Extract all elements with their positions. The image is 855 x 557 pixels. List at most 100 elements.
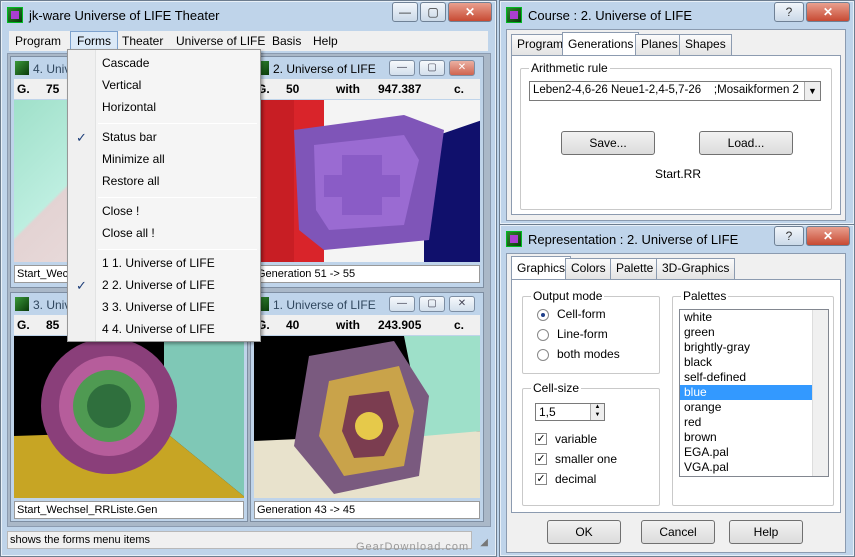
list-item[interactable]: red [680,415,828,430]
menu-separator [98,249,257,250]
close-icon[interactable]: ✕ [806,226,850,246]
menu-theater[interactable]: Theater [116,31,169,51]
list-item[interactable]: orange [680,400,828,415]
tab-planes[interactable]: Planes [635,34,684,55]
menu-help[interactable]: Help [307,31,344,51]
universe-info: G. 50 with 947.387 c. [254,79,480,99]
list-item[interactable]: VGA.pal [680,460,828,475]
menu-window-3[interactable]: 3 3. Universe of LIFE [102,300,215,314]
spin-down-icon[interactable]: ▼ [590,412,604,420]
palettes-list[interactable]: white green brightly-gray black self-def… [679,309,829,477]
universe-info: G. 40 with 243.905 c. [254,315,480,335]
generation-value: 85 [46,318,60,332]
menu-window-1[interactable]: 1 1. Universe of LIFE [102,256,215,270]
menu-horizontal[interactable]: Horizontal [102,100,156,114]
list-item[interactable]: EGA.pal [680,445,828,460]
save-button[interactable]: Save... [561,131,655,155]
minimize-icon[interactable]: — [389,296,415,312]
universe-window-2[interactable]: 2. Universe of LIFE — ▢ ✕ G. 50 with 947… [250,56,484,288]
menu-forms[interactable]: Forms [70,31,118,51]
tab-palette[interactable]: Palette [610,258,660,279]
close-icon[interactable]: ✕ [449,60,475,76]
menu-cascade[interactable]: Cascade [102,56,149,70]
radio-cell-form[interactable] [537,309,549,321]
radio-line-form[interactable] [537,329,549,341]
minimize-icon[interactable]: — [392,2,418,22]
course-titlebar[interactable]: Course : 2. Universe of LIFE ? ✕ [500,1,854,29]
generations-panel: Arithmetic rule Leben2-4,6-26 Neue1-2,4-… [511,55,841,215]
cell-count: 243.905 [378,318,422,332]
ok-button[interactable]: OK [547,520,621,544]
list-item[interactable]: self-defined [680,370,828,385]
generation-value: 40 [286,318,300,332]
menu-window-2[interactable]: 2 2. Universe of LIFE [102,278,215,292]
list-item[interactable]: white [680,310,828,325]
universe-window-1[interactable]: 1. Universe of LIFE — ▢ ✕ G. 40 with 243… [250,292,484,522]
minimize-icon[interactable]: — [389,60,415,76]
checkbox-decimal[interactable]: ✓ [535,473,547,485]
maximize-icon[interactable]: ▢ [419,296,445,312]
palettes-group: Palettes white green brightly-gray black… [672,289,834,506]
spin-up-icon[interactable]: ▲ [590,404,604,412]
palettes-scrollbar[interactable] [812,310,828,476]
help-button[interactable]: Help [729,520,803,544]
check-icon: ✓ [76,130,87,145]
close-icon[interactable]: ✕ [449,296,475,312]
checkbox-decimal-label: decimal [555,472,597,486]
list-item[interactable]: green [680,325,828,340]
list-item[interactable]: brightly-gray [680,340,828,355]
help-icon[interactable]: ? [774,226,804,246]
cell-size-value: 1,5 [539,405,556,419]
menu-close[interactable]: Close ! [102,204,139,218]
list-item[interactable]: brown [680,430,828,445]
menu-minimize-all[interactable]: Minimize all [102,152,165,166]
generation-value: 50 [286,82,300,96]
arithmetic-rule-group: Arithmetic rule Leben2-4,6-26 Neue1-2,4-… [520,61,832,210]
app-icon [506,7,522,23]
tab-graphics[interactable]: Graphics [511,256,572,279]
tab-3d-graphics[interactable]: 3D-Graphics [656,258,736,279]
representation-titlebar[interactable]: Representation : 2. Universe of LIFE ? ✕ [500,225,854,253]
universe-scene [254,336,480,498]
tab-program[interactable]: Program [511,34,570,55]
menu-vertical[interactable]: Vertical [102,78,141,92]
resize-grip-icon[interactable]: ◢ [480,537,488,548]
menu-universe-of-life[interactable]: Universe of LIFE [170,31,271,51]
list-item[interactable]: black [680,355,828,370]
tab-generations[interactable]: Generations [562,32,640,55]
menu-program[interactable]: Program [9,31,67,51]
menu-restore-all[interactable]: Restore all [102,174,159,188]
dropdown-arrow-icon[interactable]: ▼ [804,82,820,100]
list-item-selected[interactable]: blue [680,385,828,400]
maximize-icon[interactable]: ▢ [419,60,445,76]
maximize-icon[interactable]: ▢ [420,2,446,22]
main-titlebar[interactable]: jk-ware Universe of LIFE Theater — ▢ ✕ [1,1,496,29]
cell-size-label: Cell-size [531,381,582,395]
close-icon[interactable]: ✕ [806,2,850,22]
checkbox-variable[interactable]: ✓ [535,433,547,445]
help-icon[interactable]: ? [774,2,804,22]
menu-close-all[interactable]: Close all ! [102,226,155,240]
radio-line-form-label: Line-form [557,327,608,341]
rule-value: Leben2-4,6-26 Neue1-2,4-5,7-26 ;Mosaikfo… [533,84,799,96]
menu-status-bar[interactable]: Status bar [102,130,157,144]
menu-separator [98,123,257,124]
tab-shapes[interactable]: Shapes [679,34,732,55]
close-icon[interactable]: ✕ [448,2,492,22]
radio-cell-form-label: Cell-form [557,307,606,321]
generation-label: G. [17,318,30,332]
graphics-panel: Output mode Cell-form Line-form both mod… [511,279,841,513]
checkbox-smaller-one[interactable]: ✓ [535,453,547,465]
cell-size-spinner[interactable]: 1,5 ▲ ▼ [535,403,605,421]
generation-label: G. [17,82,30,96]
cell-unit: c. [454,318,465,332]
cancel-button[interactable]: Cancel [641,520,715,544]
load-button[interactable]: Load... [699,131,793,155]
rule-select[interactable]: Leben2-4,6-26 Neue1-2,4-5,7-26 ;Mosaikfo… [529,81,821,101]
radio-both-modes[interactable] [537,349,549,361]
representation-title: Representation : 2. Universe of LIFE [528,232,739,247]
tab-colors[interactable]: Colors [565,258,612,279]
app-icon [506,231,522,247]
menu-basis[interactable]: Basis [266,31,307,51]
menu-window-4[interactable]: 4 4. Universe of LIFE [102,322,215,336]
